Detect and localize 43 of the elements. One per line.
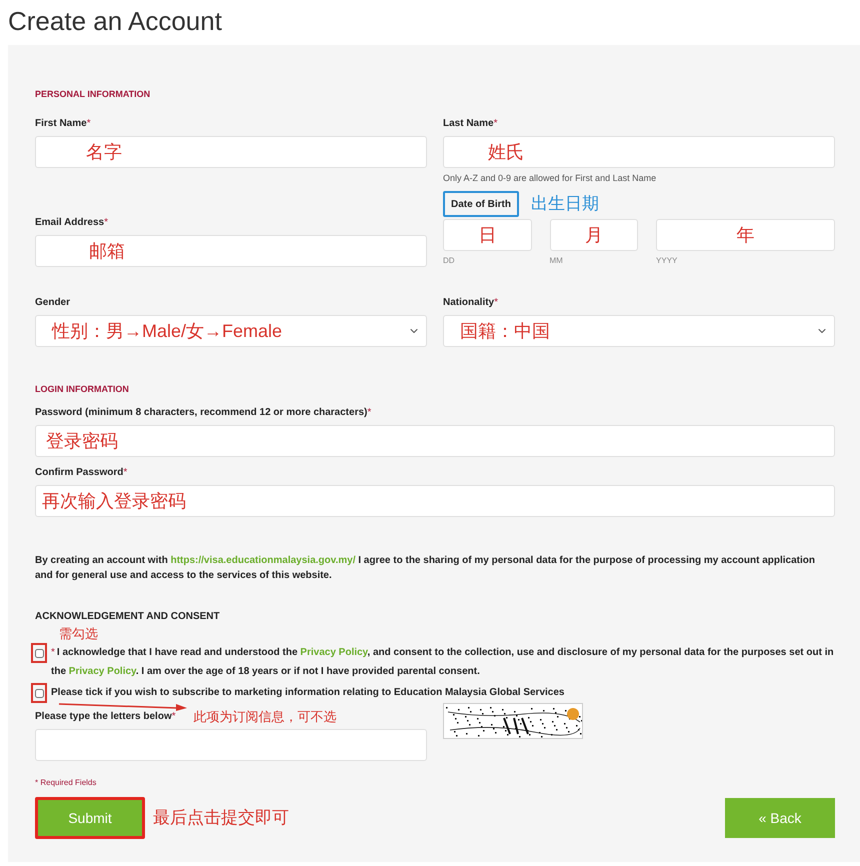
privacy-policy-link[interactable]: Privacy Policy <box>68 666 136 677</box>
field-label: Nationality* <box>443 297 498 309</box>
field-label: Password (minimum 8 characters, recommend 12 or more characters)* <box>35 407 372 419</box>
field-hint: Only A-Z and 0-9 are allowed for First and Last Name <box>443 172 658 185</box>
captcha-field[interactable] <box>35 729 427 761</box>
confirm-password-field[interactable]: 再次输入登录密码 <box>35 485 835 517</box>
date-part-field[interactable]: 年 <box>656 219 836 251</box>
field-label: Please type the letters below* <box>35 711 176 723</box>
field-label: Date of Birth <box>443 191 519 217</box>
privacy-policy-link[interactable]: Privacy Policy <box>300 647 368 658</box>
checkbox[interactable] <box>34 648 44 658</box>
email-field[interactable]: 邮箱 <box>35 235 427 267</box>
field-label: Gender <box>35 297 70 309</box>
annotation: 此项为订阅信息，可不选 <box>194 709 337 724</box>
checkbox[interactable] <box>34 688 44 698</box>
field-label: Email Address* <box>35 217 108 229</box>
section-heading: PERSONAL INFORMATION <box>35 88 152 101</box>
section-heading: LOGIN INFORMATION <box>35 383 130 395</box>
field-hint: MM <box>550 255 564 267</box>
submit-button[interactable]: Submit <box>35 797 145 839</box>
consent-text: Please tick if you wish to subscribe to marketing information relating to Education Malaysia Global Services <box>51 686 564 700</box>
required-note: * Required Fields <box>35 777 98 789</box>
field-label: Confirm Password* <box>35 467 128 479</box>
section-heading: ACKNOWLEDGEMENT AND CONSENT <box>35 611 221 623</box>
last-name-field[interactable]: 姓氏 <box>443 136 835 168</box>
website-link[interactable]: https://visa.educationmalaysia.gov.my/ <box>170 555 356 566</box>
field-label: First Name* <box>35 118 91 130</box>
page-title: Create an Account <box>7 5 223 38</box>
back-button[interactable]: « Back <box>725 798 835 838</box>
field-label: Last Name* <box>443 118 498 130</box>
annotation: 出生日期 <box>531 193 599 216</box>
annotation: 需勾选 <box>59 626 98 641</box>
first-name-field[interactable]: 名字 <box>35 136 427 168</box>
nationality-select[interactable]: 国籍：中国 <box>443 315 835 347</box>
field-hint: YYYY <box>656 255 678 267</box>
agreement-text: By creating an account with https://visa.educationmalaysia.gov.my/ I agree to the sharing of my personal data for the purpose of processing my account application and for general use and access to the services of this website. <box>35 554 816 583</box>
consent-text: * I acknowledge that I have read and understood the Privacy Policy, and consent to the collection, use and disclosure of my personal data for the purposes set out in the Privacy Policy. I am over the age of 18 years or if not I have provided parental consent. <box>51 646 835 679</box>
password-field[interactable]: 登录密码 <box>35 425 835 457</box>
field-hint: DD <box>443 255 456 267</box>
annotation: 最后点击提交即可 <box>153 807 289 830</box>
date-part-field[interactable]: 日 <box>443 219 532 251</box>
gender-select[interactable]: 性别：男→Male/女→Female <box>35 315 427 347</box>
date-part-field[interactable]: 月 <box>550 219 638 251</box>
